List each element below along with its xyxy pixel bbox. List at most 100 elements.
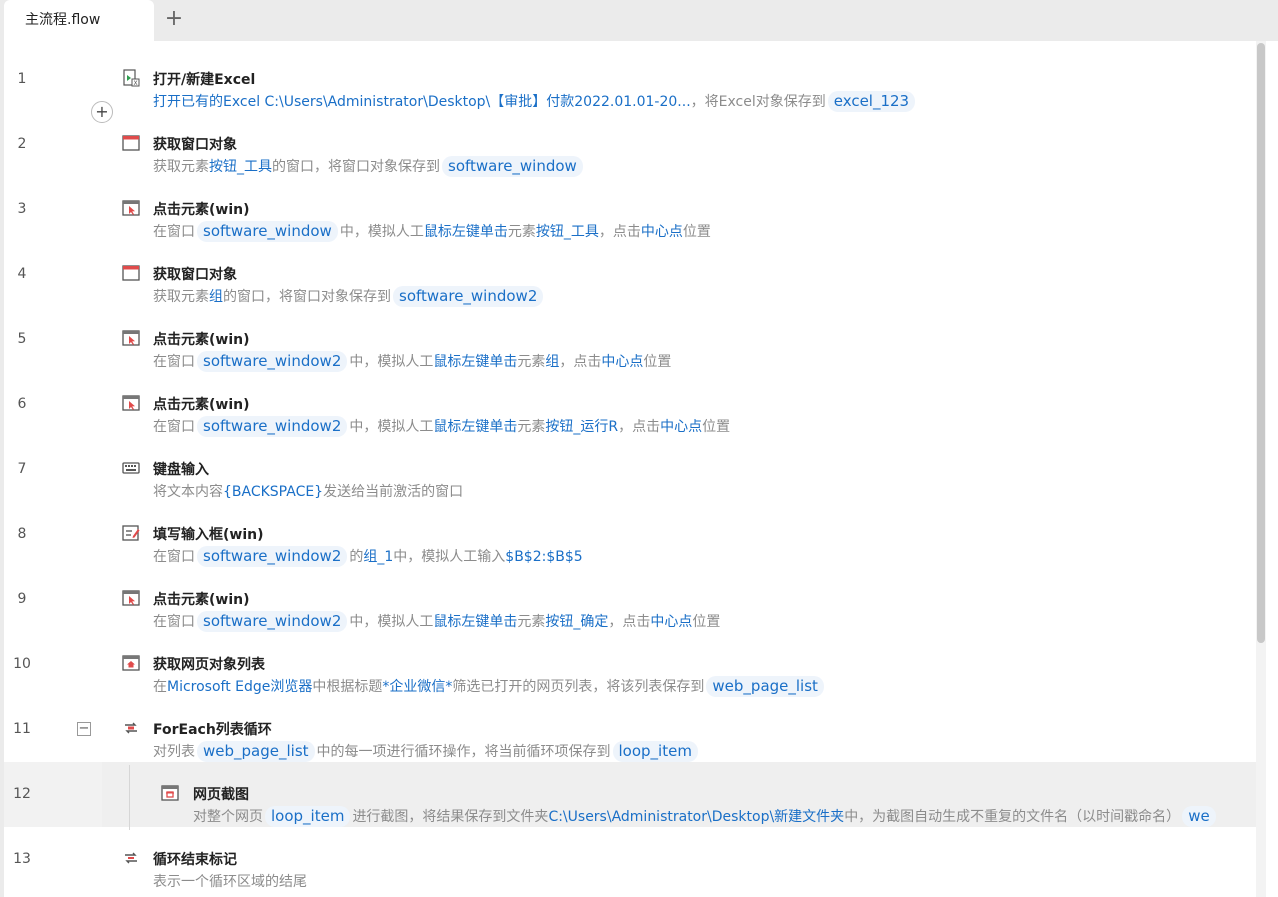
scrollbar-thumb[interactable] (1257, 43, 1265, 643)
step-title: 键盘输入 (153, 462, 209, 478)
step-title: 获取窗口对象 (153, 137, 237, 153)
description-text: 中，模拟人工 (349, 419, 434, 435)
flow-step-10[interactable]: 10 获取网页对象列表 在Microsoft Edge浏览器中根据标题*企业微信*筛… (4, 632, 1266, 697)
parameter-link[interactable]: 按钮_工具 (536, 224, 599, 240)
parameter-link[interactable]: 组 (209, 289, 223, 305)
description-text: 对整个网页 (193, 809, 263, 825)
step-description: 在窗口 software_window2 中，模拟人工鼠标左键单击元素组，点击中心点… (153, 351, 671, 372)
parameter-link[interactable]: 打开已有的Excel C:\Users\Administrator\Deskto… (153, 94, 691, 110)
step-description: 获取元素按钮_工具的窗口，将窗口对象保存到 software_window (153, 156, 585, 177)
description-text: ，将Excel对象保存到 (690, 94, 826, 110)
tab-bar: 主流程.flow + (0, 0, 1278, 41)
description-text: 在窗口 (153, 419, 195, 435)
description-text: 获取元素 (153, 289, 209, 305)
description-text: 筛选已打开的网页列表，将该列表保存到 (452, 679, 705, 695)
description-text: 中，模拟人工 (349, 614, 434, 630)
step-description: 表示一个循环区域的结尾 (153, 871, 307, 891)
description-text: 中根据标题 (312, 679, 383, 695)
flow-step-9[interactable]: 9 点击元素(win) 在窗口 software_window2 中，模拟人工鼠标左键单… (4, 567, 1266, 632)
flow-editor: 1 X 打开/新建Excel 打开已有的Excel C:\Users\Administ… (4, 41, 1278, 897)
variable-chip[interactable]: software_window (442, 156, 583, 177)
step-title: 填写输入框(win) (153, 527, 264, 543)
step-description: 在窗口 software_window2 中，模拟人工鼠标左键单击元素按钮_运行R，… (153, 416, 730, 437)
description-text: 元素 (507, 224, 536, 240)
parameter-link[interactable]: 鼠标左键单击 (433, 614, 517, 630)
svg-text:X: X (133, 80, 137, 87)
flow-step-3[interactable]: 3 点击元素(win) 在窗口 software_window 中，模拟人工鼠标左键单击… (4, 177, 1266, 242)
variable-chip[interactable]: excel_123 (827, 91, 916, 112)
flow-step-5[interactable]: 5 点击元素(win) 在窗口 software_window2 中，模拟人工鼠标左键单… (4, 307, 1266, 372)
line-number: 6 (17, 396, 27, 412)
step-description: 对列表 web_page_list 中的每一项进行循环操作，将当前循环项保存到 loo… (153, 741, 700, 762)
variable-chip[interactable]: loop_item (612, 741, 698, 762)
variable-chip[interactable]: software_window2 (197, 611, 348, 632)
flow-step-6[interactable]: 6 点击元素(win) 在窗口 software_window2 中，模拟人工鼠标左键单… (4, 372, 1266, 437)
parameter-link[interactable]: 中心点 (660, 419, 702, 435)
variable-chip[interactable]: loop_item (265, 806, 351, 827)
flow-step-8[interactable]: 8 填写输入框(win) 在窗口 software_window2 的组_1中，模拟人工… (4, 502, 1266, 567)
flow-step-12[interactable]: 12 网页截图 对整个网页 loop_item 进行截图，将结果保存到文件夹C:\Use… (4, 762, 1266, 827)
flow-step-7[interactable]: 7 键盘输入 将文本内容{BACKSPACE}发送给当前激活的窗口 (4, 437, 1266, 502)
description-text: 进行截图，将结果保存到文件夹 (352, 809, 549, 825)
parameter-link[interactable]: 组 (545, 354, 559, 370)
step-description: 对整个网页 loop_item 进行截图，将结果保存到文件夹C:\Users\Adm… (193, 806, 1218, 827)
description-text: 中，模拟人工 (339, 224, 424, 240)
flow-step-13[interactable]: 13 循环结束标记 表示一个循环区域的结尾 (4, 827, 1266, 892)
add-tab-button[interactable]: + (163, 8, 185, 30)
parameter-link[interactable]: 中心点 (650, 614, 692, 630)
variable-chip[interactable]: software_window2 (197, 546, 348, 567)
variable-chip[interactable]: web_page_list (706, 676, 824, 697)
parameter-link[interactable]: 鼠标左键单击 (424, 224, 508, 240)
parameter-link[interactable]: 鼠标左键单击 (433, 419, 517, 435)
parameter-link[interactable]: 中心点 (601, 354, 643, 370)
variable-chip[interactable]: software_window (197, 221, 338, 242)
window-icon (122, 134, 140, 151)
parameter-link[interactable]: $B$2:$B$5 (505, 549, 582, 565)
parameter-link[interactable]: 按钮_运行R (545, 419, 618, 435)
line-number: 13 (13, 851, 31, 867)
step-title: ForEach列表循环 (153, 722, 272, 738)
variable-chip[interactable]: software_window2 (197, 416, 348, 437)
flow-step-1[interactable]: 1 X 打开/新建Excel 打开已有的Excel C:\Users\Administ… (4, 47, 1266, 112)
parameter-link[interactable]: 按钮_工具 (209, 159, 272, 175)
parameter-link[interactable]: C:\Users\Administrator\Desktop\新建文件夹 (548, 809, 844, 825)
description-text: 元素 (517, 614, 546, 630)
line-number: 4 (17, 266, 27, 282)
flow-step-2[interactable]: 2 获取窗口对象获取元素按钮_工具的窗口，将窗口对象保存到 software_win… (4, 112, 1266, 177)
parameter-link[interactable]: 鼠标左键单击 (433, 354, 517, 370)
line-number: 2 (17, 136, 27, 152)
description-text: 获取元素 (153, 159, 209, 175)
flow-step-4[interactable]: 4 获取窗口对象 获取元素组的窗口，将窗口对象保存到 software_window2 (4, 242, 1266, 307)
step-title: 打开/新建Excel (153, 72, 256, 88)
step-description: 在窗口 software_window2 的组_1中，模拟人工输入$B$2:$B$5 (153, 546, 583, 567)
click-element-icon (122, 589, 140, 606)
collapse-loop-button[interactable]: − (77, 722, 91, 736)
parameter-link[interactable]: Microsoft Edge浏览器 (167, 679, 312, 695)
step-description: 在窗口 software_window 中，模拟人工鼠标左键单击元素按钮_工具，点击… (153, 221, 711, 242)
variable-chip[interactable]: we (1182, 806, 1216, 827)
description-text: 对列表 (153, 744, 195, 760)
tab-main-flow[interactable]: 主流程.flow (4, 0, 154, 41)
parameter-link[interactable]: 中心点 (641, 224, 683, 240)
variable-chip[interactable]: software_window2 (393, 286, 544, 307)
click-element-icon (122, 199, 140, 216)
step-title: 获取网页对象列表 (153, 657, 265, 673)
click-element-icon (122, 329, 140, 346)
description-text: 位置 (643, 354, 672, 370)
webpage-list-icon (122, 654, 140, 671)
parameter-link[interactable]: *企业微信* (382, 679, 452, 695)
step-description: 获取元素组的窗口，将窗口对象保存到 software_window2 (153, 286, 545, 307)
variable-chip[interactable]: web_page_list (197, 741, 315, 762)
variable-chip[interactable]: software_window2 (197, 351, 348, 372)
parameter-link[interactable]: 按钮_确定 (545, 614, 608, 630)
step-description: 在窗口 software_window2 中，模拟人工鼠标左键单击元素按钮_确定，点… (153, 611, 720, 632)
insert-step-button[interactable]: + (91, 101, 113, 123)
description-text: 位置 (692, 614, 721, 630)
flow-step-11[interactable]: 11 − ForEach列表循环 对列表 web_page_list 中的每一项进行循环操… (4, 697, 1266, 762)
line-number: 1 (17, 71, 27, 87)
parameter-link[interactable]: 组_1 (363, 549, 393, 565)
parameter-link[interactable]: {BACKSPACE} (223, 484, 323, 500)
description-text: 在窗口 (153, 614, 195, 630)
description-text: 元素 (517, 354, 546, 370)
step-title: 点击元素(win) (153, 397, 250, 413)
